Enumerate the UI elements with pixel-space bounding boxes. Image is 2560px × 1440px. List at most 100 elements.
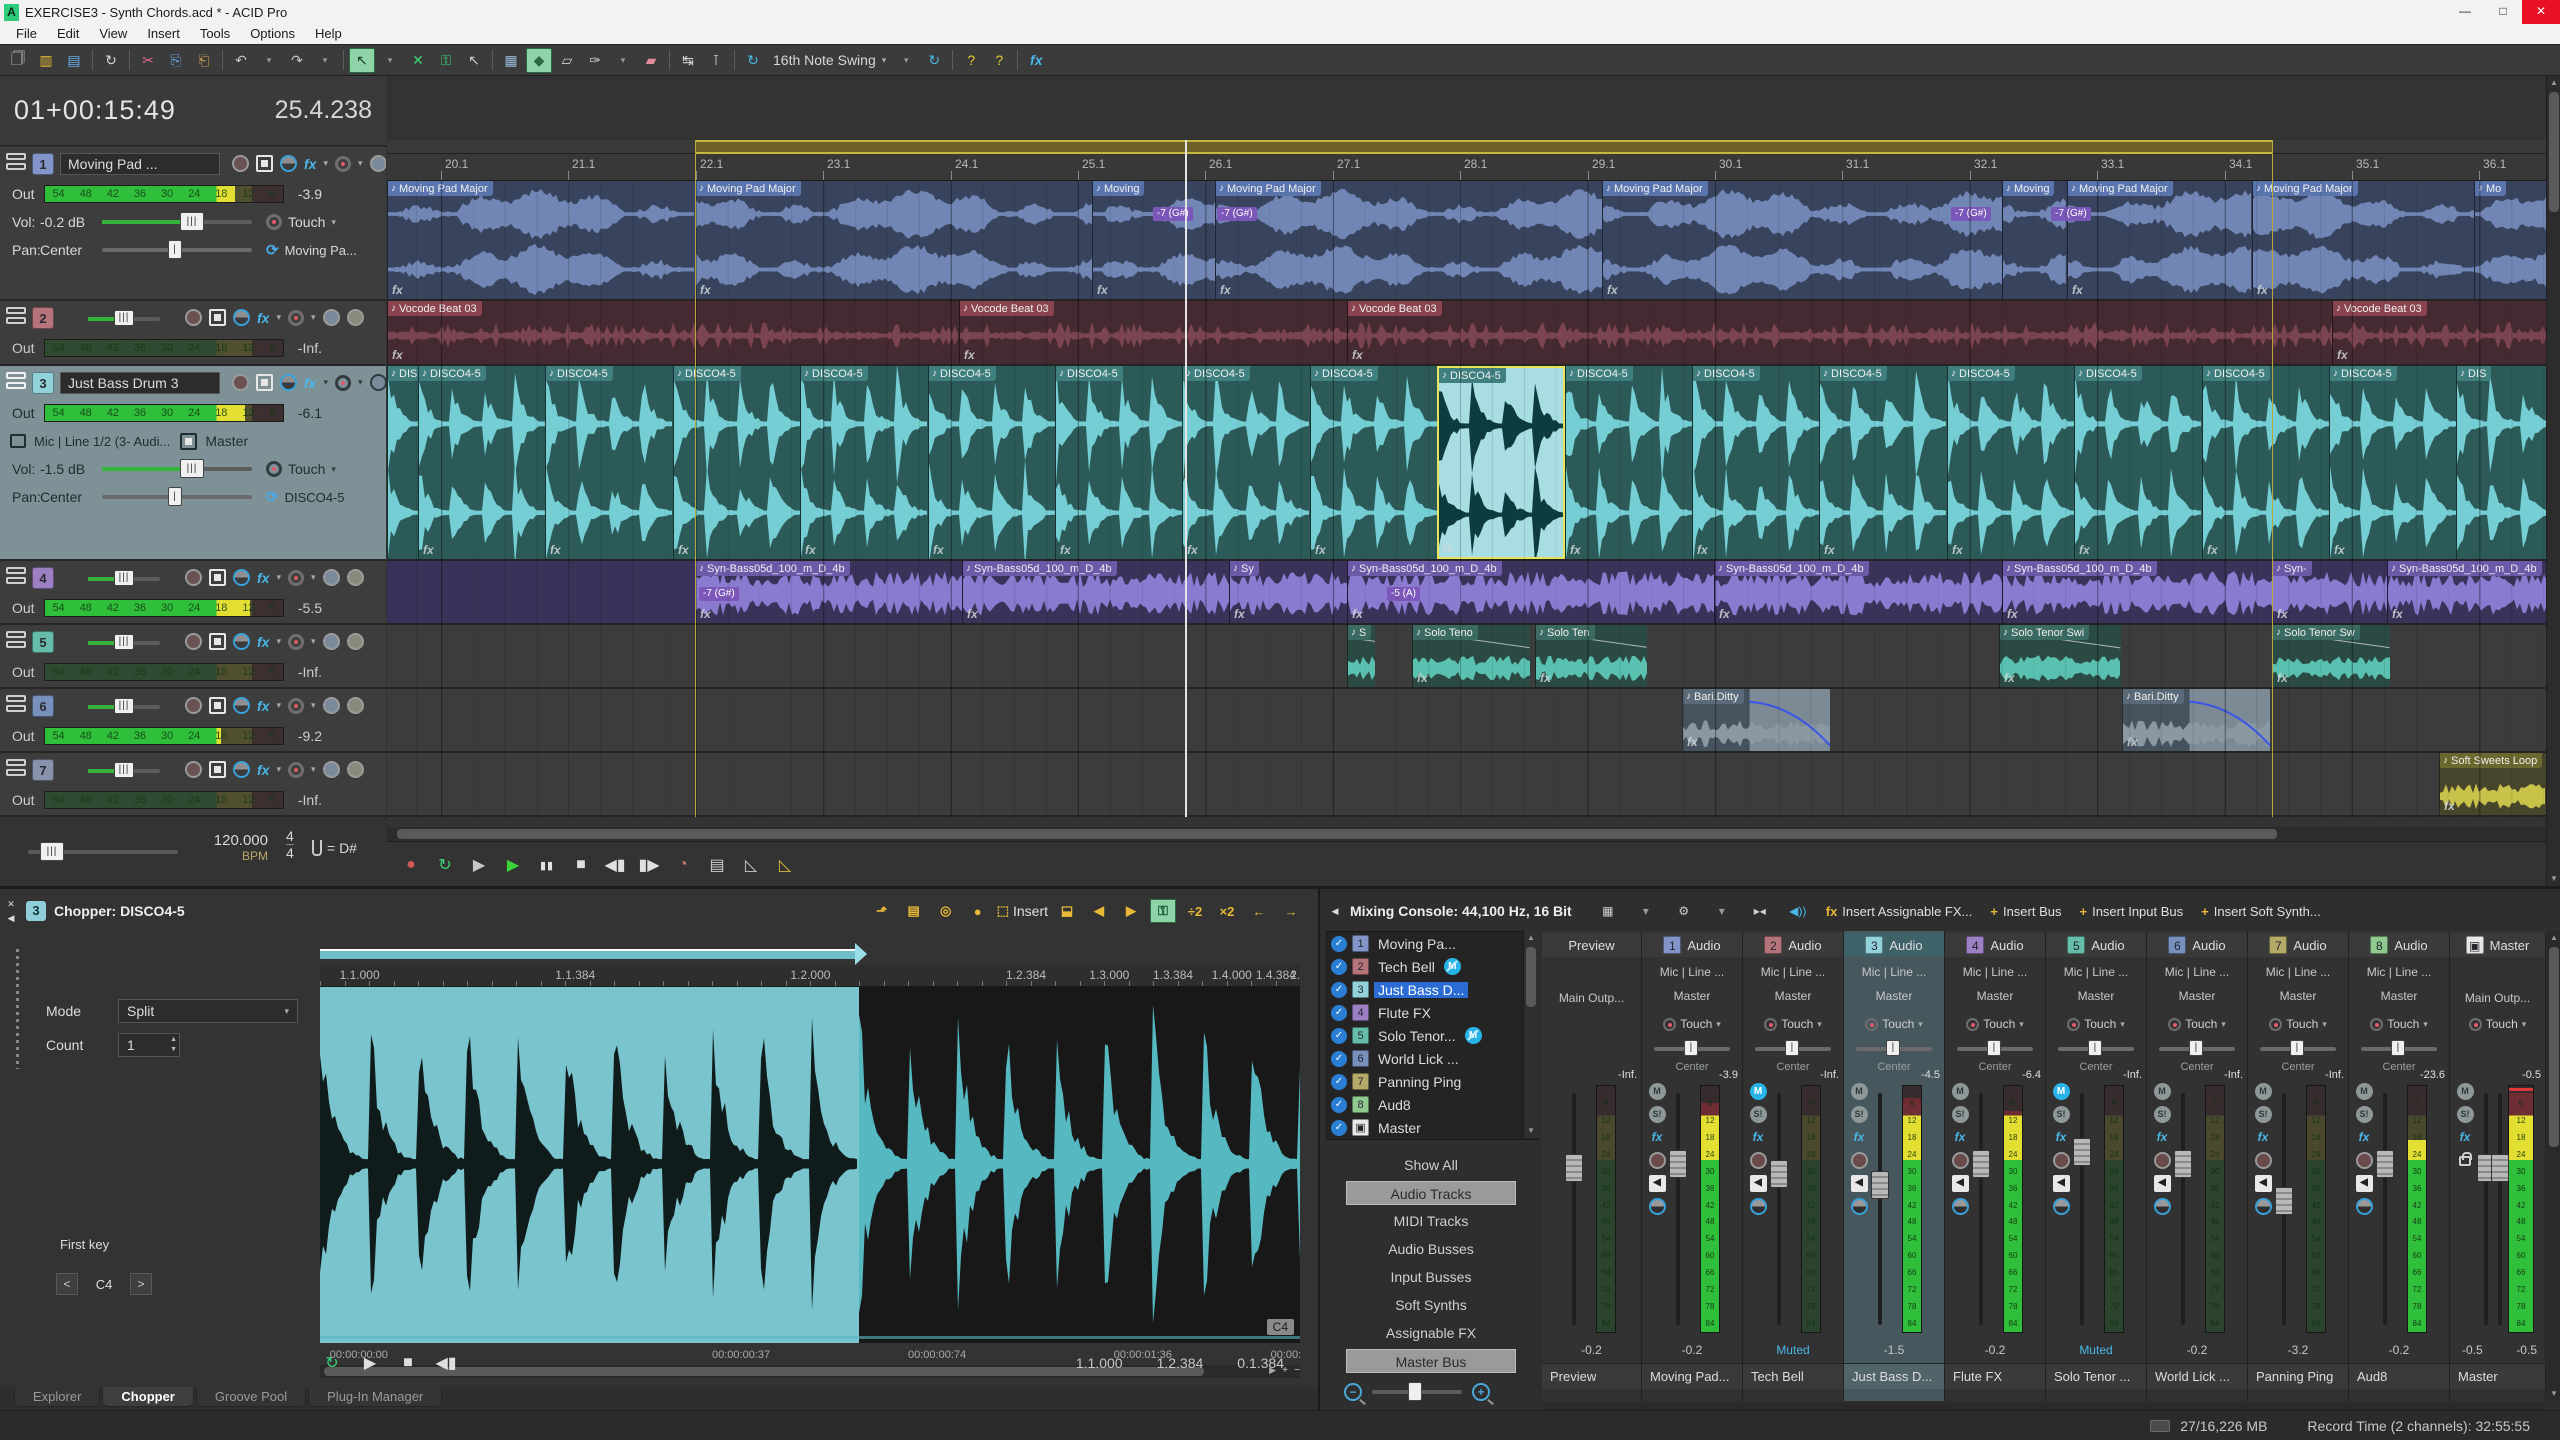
strip-input-select[interactable]: Mic | Line ... — [1642, 965, 1742, 979]
shift-selection-right-button[interactable]: → — [1278, 899, 1304, 923]
pan-thumb[interactable]: | — [2391, 1040, 2405, 1056]
timeline-hscrollbar[interactable] — [387, 827, 2546, 841]
volume-slider[interactable]: ||| — [102, 467, 252, 471]
settings-button[interactable]: ⚙ — [1671, 899, 1697, 924]
event-fx-icon[interactable]: fx — [933, 543, 944, 557]
selection-tool[interactable]: ↖ — [461, 48, 487, 73]
strip-fx-icon[interactable]: fx — [2255, 1129, 2272, 1146]
audio-event[interactable]: ♪Moving Pad Majorfx — [2252, 181, 2474, 299]
scroll-up-icon[interactable]: ▲ — [1524, 931, 1538, 945]
help-cursor-button[interactable]: ? — [986, 48, 1012, 73]
record-arm-icon[interactable] — [185, 633, 202, 650]
audio-event[interactable]: ♪Bari.Dittyfx — [2122, 689, 2270, 751]
record-arm-icon[interactable] — [185, 697, 202, 714]
volume-thumb[interactable]: ||| — [114, 762, 134, 778]
save-project-button[interactable]: ▤ — [61, 48, 87, 73]
checkbox-icon[interactable]: ✓ — [1331, 1097, 1347, 1113]
strip-output-select[interactable]: Master — [2147, 989, 2247, 1003]
track-header-2[interactable]: 2|||fx▾▾Out54484236302418126-Inf. — [0, 301, 386, 366]
audio-event[interactable]: ♪Mo — [2474, 181, 2546, 299]
checkbox-icon[interactable]: ✓ — [1331, 1120, 1347, 1136]
play-button[interactable]: ▶ — [501, 853, 525, 877]
channel-strip-7[interactable]: 7AudioMic | Line ...MasterTouch▾|CenterM… — [2248, 931, 2349, 1401]
channel-strip-preview[interactable]: PreviewMain Outp...-Inf.6121824303642485… — [1542, 931, 1642, 1401]
strip-pan-knob-icon[interactable] — [1649, 1198, 1666, 1215]
spinner-arrows[interactable]: ▲▼ — [170, 1035, 177, 1055]
strip-output-select[interactable]: Main Outp... — [1542, 991, 1641, 1005]
event-fx-icon[interactable]: fx — [2334, 543, 2345, 557]
event-fx-icon[interactable]: fx — [2444, 799, 2455, 813]
track-header-3[interactable]: 3Just Bass Drum 3fx▾▾Out5448423630241812… — [0, 366, 386, 561]
strip-solo-icon[interactable]: S! — [2053, 1106, 2070, 1123]
strip-solo-icon[interactable]: S! — [1649, 1106, 1666, 1123]
track-grip-icon[interactable] — [6, 695, 28, 715]
event-fx-icon[interactable]: fx — [1234, 607, 1245, 621]
groove-list-icon[interactable]: ▾ — [893, 48, 919, 73]
phones-icon[interactable] — [323, 309, 340, 326]
fader-thumb[interactable] — [1972, 1150, 1990, 1178]
zoom-out-icon[interactable]: − — [1344, 1383, 1362, 1401]
link-arrow-button[interactable]: ⚿ — [1150, 899, 1176, 923]
chopper-go-to-start-button[interactable]: ◀▮ — [434, 1351, 458, 1375]
fader-thumb[interactable] — [1770, 1160, 1788, 1188]
volume-thumb[interactable]: ||| — [114, 698, 134, 714]
strip-record-arm-icon[interactable] — [2255, 1152, 2272, 1169]
strip-mute-icon[interactable]: M — [1750, 1083, 1767, 1100]
midi-input-button[interactable]: ◎ — [933, 899, 959, 923]
mixer-list-row[interactable]: ✓▣Master — [1327, 1116, 1537, 1139]
audio-event[interactable]: ♪Solo Tenfx — [1535, 625, 1647, 687]
record-arm-icon[interactable] — [232, 155, 249, 172]
pan-thumb[interactable]: | — [2290, 1040, 2304, 1056]
track-freeze-icon[interactable] — [209, 569, 226, 586]
copy-button[interactable]: ⎘ — [163, 48, 189, 73]
checkbox-icon[interactable]: ✓ — [1331, 1051, 1347, 1067]
tab-explorer[interactable]: Explorer — [14, 1387, 100, 1407]
record-arm-icon[interactable] — [232, 374, 249, 391]
mixer-list-row[interactable]: ✓6World Lick ... — [1327, 1047, 1537, 1070]
filter-master-bus[interactable]: Master Bus — [1346, 1349, 1516, 1373]
phones-icon[interactable] — [370, 374, 386, 391]
volume-thumb[interactable]: ||| — [114, 310, 134, 326]
next-region-button[interactable]: ▶ — [1118, 899, 1144, 923]
strip-record-arm-icon[interactable] — [1750, 1152, 1767, 1169]
close-button[interactable]: ✕ — [2522, 0, 2560, 24]
solo-icon[interactable] — [347, 697, 364, 714]
event-fx-icon[interactable]: fx — [2277, 671, 2288, 685]
event-fx-icon[interactable]: fx — [1570, 543, 1581, 557]
track-grip-icon[interactable] — [6, 372, 28, 392]
fx-icon[interactable]: fx — [257, 762, 269, 778]
strip-record-arm-icon[interactable] — [2154, 1152, 2171, 1169]
mute-icon[interactable] — [233, 633, 250, 650]
strip-mute-icon[interactable]: M — [2053, 1083, 2070, 1100]
mute-icon[interactable] — [233, 569, 250, 586]
audio-event[interactable]: ♪Vocode Beat 03fx — [2332, 301, 2546, 364]
minimize-button[interactable]: — — [2446, 0, 2484, 24]
event-fx-icon[interactable]: fx — [2337, 348, 2348, 362]
tab-plug-in-manager[interactable]: Plug-In Manager — [308, 1387, 442, 1407]
channel-strip-1[interactable]: 1AudioMic | Line ...MasterTouch▾|CenterM… — [1642, 931, 1743, 1401]
strip-pan-knob-icon[interactable] — [2053, 1198, 2070, 1215]
audio-event[interactable]: ♪Syfx — [1229, 561, 1347, 623]
strip-automation-select[interactable]: Touch▾ — [2349, 1017, 2449, 1031]
audio-event[interactable]: ♪Soft Sweets Loopfx — [2439, 753, 2546, 815]
audio-event[interactable]: ♪Moving Pad Majorfx — [387, 181, 695, 299]
strip-fx-icon[interactable]: fx — [1952, 1129, 1969, 1146]
event-fx-icon[interactable]: fx — [2277, 607, 2288, 621]
audio-event[interactable]: ♪Vocode Beat 03fx — [387, 301, 959, 364]
strip-solo-icon[interactable]: S! — [2356, 1106, 2373, 1123]
strip-record-arm-icon[interactable] — [1649, 1152, 1666, 1169]
fx-icon[interactable]: fx — [304, 375, 316, 391]
previous-region-button[interactable]: ◀ — [1086, 899, 1112, 923]
automation-settings-icon[interactable] — [288, 762, 304, 778]
paste-button[interactable]: ⎗ — [191, 48, 217, 73]
pan-slider[interactable]: | — [102, 248, 252, 252]
strip-fader-right[interactable] — [2498, 1093, 2502, 1325]
audio-event[interactable]: ♪Vocode Beat 03fx — [1347, 301, 2332, 364]
filter-input-busses[interactable]: Input Busses — [1346, 1265, 1516, 1289]
mixer-list-row[interactable]: ✓1Moving Pa... — [1327, 932, 1537, 955]
maximize-button[interactable]: □ — [2484, 0, 2522, 24]
strip-input-select[interactable]: Mic | Line ... — [2248, 965, 2348, 979]
hscroll-thumb[interactable] — [397, 829, 2277, 839]
collapse-strips-button[interactable]: ▸◂ — [1747, 899, 1773, 924]
chopper-waveform[interactable]: C4 — [320, 987, 1300, 1343]
